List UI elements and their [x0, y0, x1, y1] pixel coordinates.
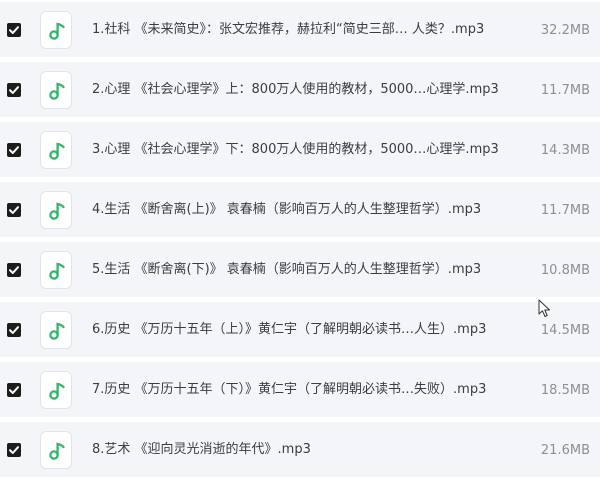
file-row[interactable]: 5.生活 《断舍离(下)》 袁春楠（影响百万人的人生整理哲学）.mp3 10.8…: [0, 242, 600, 297]
file-name: 3.心理 《社会心理学》下：800万人使用的教材，5000…心理学.mp3: [92, 142, 499, 157]
file-checkbox[interactable]: [7, 443, 21, 457]
check-icon: [9, 326, 19, 334]
music-note-icon: [49, 142, 65, 160]
check-icon: [9, 446, 19, 454]
file-size: 14.5MB: [540, 323, 590, 338]
mouse-pointer-icon: [538, 299, 550, 317]
file-row[interactable]: 4.生活 《断舍离(上)》 袁春楠（影响百万人的人生整理哲学）.mp3 11.7…: [0, 182, 600, 237]
music-note-icon: [49, 322, 65, 340]
file-name: 4.生活 《断舍离(上)》 袁春楠（影响百万人的人生整理哲学）.mp3: [92, 202, 482, 217]
music-file-icon: [40, 311, 72, 349]
music-note-icon: [49, 202, 65, 220]
file-checkbox[interactable]: [7, 203, 21, 217]
check-icon: [9, 86, 19, 94]
music-file-icon: [40, 71, 72, 109]
file-size: 14.3MB: [540, 143, 590, 158]
music-note-icon: [49, 262, 65, 280]
file-name: 5.生活 《断舍离(下)》 袁春楠（影响百万人的人生整理哲学）.mp3: [92, 262, 482, 277]
music-file-icon: [40, 251, 72, 289]
file-checkbox[interactable]: [7, 83, 21, 97]
music-note-icon: [49, 22, 65, 40]
file-size: 11.7MB: [540, 83, 590, 98]
file-row[interactable]: 8.艺术 《迎向灵光消逝的年代》.mp3 21.6MB: [0, 422, 600, 477]
check-icon: [9, 266, 19, 274]
file-name: 6.历史 《万历十五年（上）》黄仁宇（了解明朝必读书…人生）.mp3: [92, 322, 487, 337]
file-row[interactable]: 6.历史 《万历十五年（上）》黄仁宇（了解明朝必读书…人生）.mp3 14.5M…: [0, 302, 600, 357]
file-name: 7.历史 《万历十五年（下）》黄仁宇（了解明朝必读书…失败）.mp3: [92, 382, 487, 397]
music-note-icon: [49, 382, 65, 400]
music-note-icon: [49, 82, 65, 100]
file-name: 1.社科 《未来简史》：张文宏推荐，赫拉利“简史三部… 人类？.mp3: [92, 22, 485, 37]
file-size: 21.6MB: [540, 443, 590, 458]
file-name: 8.艺术 《迎向灵光消逝的年代》.mp3: [92, 442, 311, 457]
file-size: 18.5MB: [540, 383, 590, 398]
check-icon: [9, 386, 19, 394]
file-row[interactable]: 2.心理 《社会心理学》上：800万人使用的教材，5000…心理学.mp3 11…: [0, 62, 600, 117]
check-icon: [9, 146, 19, 154]
music-note-icon: [49, 442, 65, 460]
file-size: 10.8MB: [540, 263, 590, 278]
file-name: 2.心理 《社会心理学》上：800万人使用的教材，5000…心理学.mp3: [92, 82, 499, 97]
music-file-icon: [40, 191, 72, 229]
music-file-icon: [40, 371, 72, 409]
file-size: 11.7MB: [540, 203, 590, 218]
file-row[interactable]: 3.心理 《社会心理学》下：800万人使用的教材，5000…心理学.mp3 14…: [0, 122, 600, 177]
music-file-icon: [40, 431, 72, 469]
file-row[interactable]: 1.社科 《未来简史》：张文宏推荐，赫拉利“简史三部… 人类？.mp3 32.2…: [0, 2, 600, 57]
music-file-icon: [40, 131, 72, 169]
file-row[interactable]: 7.历史 《万历十五年（下）》黄仁宇（了解明朝必读书…失败）.mp3 18.5M…: [0, 362, 600, 417]
file-checkbox[interactable]: [7, 263, 21, 277]
music-file-icon: [40, 11, 72, 49]
file-checkbox[interactable]: [7, 323, 21, 337]
check-icon: [9, 206, 19, 214]
file-checkbox[interactable]: [7, 23, 21, 37]
check-icon: [9, 26, 19, 34]
file-checkbox[interactable]: [7, 383, 21, 397]
file-list: 1.社科 《未来简史》：张文宏推荐，赫拉利“简史三部… 人类？.mp3 32.2…: [0, 0, 600, 480]
file-checkbox[interactable]: [7, 143, 21, 157]
file-size: 32.2MB: [540, 23, 590, 38]
